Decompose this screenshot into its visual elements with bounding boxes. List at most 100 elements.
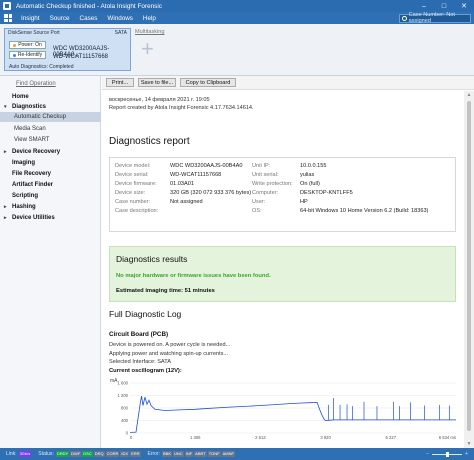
sidebar-item-artifact-finder[interactable]: Artifact Finder <box>0 180 101 190</box>
pcb-section-title: Circuit Board (PCB) <box>109 331 169 338</box>
sidebar-item-scripting[interactable]: Scripting <box>0 191 101 201</box>
scroll-thumb[interactable] <box>467 101 471 431</box>
menu-help[interactable]: Help <box>138 15 161 22</box>
x-tick-label: 2 613 <box>255 435 266 440</box>
y-tick-label: 800 <box>121 406 129 411</box>
error-flag-badge: INF <box>184 451 194 457</box>
sidebar-item-media-scan[interactable]: Media Scan <box>0 124 101 134</box>
results-ok-message: No major hardware or firmware issues hav… <box>116 273 271 279</box>
copy-to-clipboard-button[interactable]: Copy to Clipboard <box>180 78 236 87</box>
status-bar: Link: 3Gb/s Status: DRDY DWF DSC DRQ CORR IDX… <box>0 448 474 460</box>
zoom-in-icon[interactable]: + <box>465 451 468 457</box>
results-title: Diagnostics results <box>116 254 188 264</box>
x-tick-label: 1 306 <box>190 435 201 440</box>
interface-label: SATA <box>114 30 127 36</box>
y-tick-label: 1 600 <box>118 381 129 386</box>
x-tick-label: 3 920 <box>320 435 331 440</box>
menu-source[interactable]: Source <box>45 15 75 22</box>
sidebar-item-diagnostics[interactable]: ▾ Diagnostics <box>0 102 101 112</box>
status-flag-badge: DRQ <box>93 451 105 457</box>
oscillogram-chart: mA 1 6001 2008004000 01 306 2 613 3 920 5 2… <box>110 378 456 440</box>
y-tick-label: 0 <box>126 431 129 436</box>
apps-grid-icon[interactable] <box>4 14 12 22</box>
menu-bar: Insight Source Cases Windows Help Case N… <box>0 12 474 24</box>
status-flag-badge: DWF <box>70 451 82 457</box>
sidebar-item-view-smart[interactable]: View SMART <box>0 135 101 145</box>
power-indicator-icon <box>13 43 17 47</box>
chevron-down-icon: ▾ <box>4 104 7 110</box>
power-button-label: Power: On <box>18 42 42 48</box>
chevron-right-icon: ▸ <box>4 149 7 155</box>
status-label: Status: <box>38 451 54 457</box>
scroll-down-icon[interactable]: ▼ <box>464 440 474 448</box>
multitasking-link[interactable]: Multitasking <box>135 29 165 35</box>
error-flag-badge: TONF <box>207 451 221 457</box>
source-device-card[interactable]: DiskSense Source Port SATA Power: On Re-… <box>4 28 131 71</box>
sidebar-item-file-recovery[interactable]: File Recovery <box>0 169 101 179</box>
log-line: Device is powered on. A power cycle is n… <box>109 342 231 348</box>
close-button[interactable]: ✕ <box>454 0 474 12</box>
zoom-out-icon[interactable]: − <box>426 451 429 457</box>
log-title: Full Diagnostic Log <box>109 309 182 319</box>
print-button[interactable]: Print... <box>106 78 134 87</box>
zoom-slider[interactable] <box>432 451 463 457</box>
log-line: Selected Interface: SATA <box>109 359 171 365</box>
x-tick-label: 6 534 ms <box>439 435 456 440</box>
app-icon <box>3 2 11 10</box>
report-date: воскресенье, 14 февраля 2021 г. 19:05 <box>109 97 210 103</box>
power-button[interactable]: Power: On <box>9 41 46 49</box>
oscillogram-title: Current oscillogram (12V): <box>109 368 182 374</box>
menu-cases[interactable]: Cases <box>75 15 103 22</box>
y-tick-label: 400 <box>121 418 129 423</box>
status-flag-badge: DRDY <box>55 451 70 457</box>
menu-windows[interactable]: Windows <box>102 15 138 22</box>
error-flag-badge: ABRT <box>194 451 207 457</box>
reidentify-button[interactable]: Re-Identify <box>9 51 46 59</box>
refresh-icon <box>12 53 16 57</box>
case-number-search[interactable]: Case Number: Not assigned <box>399 12 471 24</box>
search-placeholder: Case Number: Not assigned <box>408 12 455 24</box>
status-badges: DRDY DWF DSC DRQ CORR IDX ERR <box>55 451 142 457</box>
sidebar: Find Operation Home ▾ Diagnostics Automat… <box>0 76 101 448</box>
error-badges: BBK UNC INF ABRT TONF AMNF <box>162 451 236 457</box>
scroll-up-icon[interactable]: ▲ <box>464 91 474 99</box>
minimize-button[interactable]: – <box>414 0 434 12</box>
chevron-right-icon: ▸ <box>4 215 7 221</box>
zoom-control[interactable]: − + <box>426 451 468 457</box>
sidebar-item-automatic-checkup[interactable]: Automatic Checkup <box>0 112 101 122</box>
zoom-knob[interactable] <box>446 451 450 457</box>
estimated-imaging-time: Estimated imaging time: 51 minutes <box>116 288 215 294</box>
menu-insight[interactable]: Insight <box>16 15 45 22</box>
diagnostics-results-box: Diagnostics results No major hardware or… <box>109 246 456 302</box>
window-title: Automatic Checkup finished - Atola Insig… <box>16 2 162 10</box>
device-info-box: Device model: WDC WD3200AAJS-00B4A0 Devic… <box>109 157 456 232</box>
error-flag-badge: AMNF <box>221 451 235 457</box>
error-flag-badge: BBK <box>162 451 173 457</box>
sidebar-item-home[interactable]: Home <box>0 92 101 102</box>
report-created-by: Report created by Atola Insight Forensic… <box>109 105 254 111</box>
sidebar-item-device-recovery[interactable]: ▸ Device Recovery <box>0 147 101 157</box>
status-flag-badge: IDX <box>120 451 130 457</box>
maximize-button[interactable]: □ <box>434 0 454 12</box>
report-title: Diagnostics report <box>109 136 190 147</box>
sidebar-item-hashing[interactable]: ▸ Hashing <box>0 202 101 212</box>
y-tick-label: 1 200 <box>118 393 129 398</box>
status-flag-badge: DSC <box>82 451 93 457</box>
vertical-scrollbar[interactable]: ▲ ▼ <box>464 91 474 448</box>
search-icon <box>402 15 407 21</box>
reidentify-button-label: Re-Identify <box>17 52 43 58</box>
port-label: DiskSense Source Port <box>8 30 60 36</box>
log-line: Applying power and watching spin-up curr… <box>109 351 229 357</box>
series-line <box>129 396 456 433</box>
device-bar: DiskSense Source Port SATA Power: On Re-… <box>0 24 474 76</box>
sidebar-item-device-utilities[interactable]: ▸ Device Utilities <box>0 213 101 223</box>
save-to-file-button[interactable]: Save to file... <box>138 78 176 87</box>
find-operation-link[interactable]: Find Operation <box>16 81 56 87</box>
link-speed-badge: 3Gb/s <box>18 451 32 457</box>
sidebar-item-imaging[interactable]: Imaging <box>0 158 101 168</box>
status-flag-badge: CORR <box>105 451 120 457</box>
report-toolbar: Print... Save to file... Copy to Clipboa… <box>102 76 474 90</box>
add-device-icon[interactable]: + <box>141 38 154 60</box>
error-label: Error: <box>147 451 161 457</box>
x-tick-label: 0 <box>130 435 133 440</box>
